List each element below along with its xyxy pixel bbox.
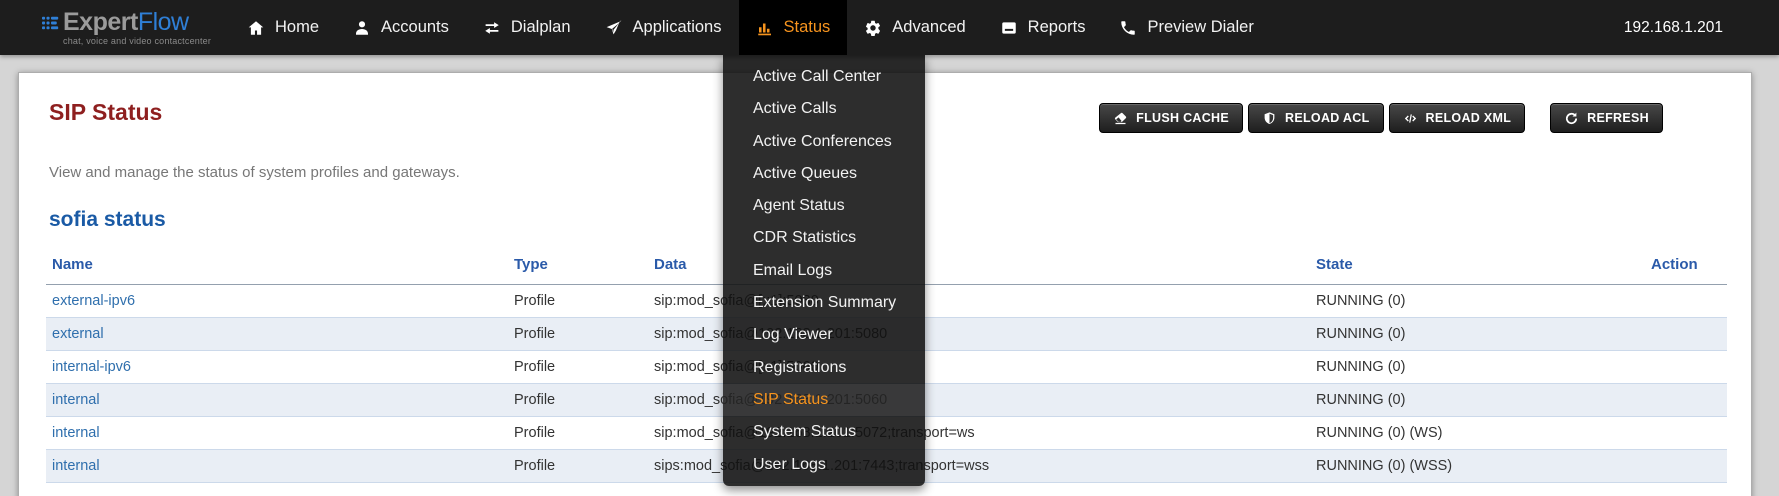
hdd-icon	[1000, 19, 1018, 37]
profile-type: Profile	[508, 351, 648, 384]
top-navbar: ExpertFlow chat, voice and video contact…	[0, 0, 1779, 55]
logo-text: ExpertFlow	[63, 9, 211, 35]
profile-type: Profile	[508, 417, 648, 450]
profile-type: Profile	[508, 285, 648, 318]
status-dropdown-menu: Active Call Center Active Calls Active C…	[723, 55, 925, 486]
profile-state: RUNNING (0) (WS)	[1310, 417, 1645, 450]
refresh-icon	[1564, 111, 1579, 126]
column-header-state: State	[1310, 256, 1645, 285]
dropdown-item-registrations[interactable]: Registrations	[723, 352, 925, 384]
dropdown-item-cdr-statistics[interactable]: CDR Statistics	[723, 222, 925, 254]
eraser-icon	[1113, 111, 1128, 126]
refresh-button[interactable]: REFRESH	[1550, 103, 1663, 133]
profile-state: RUNNING (0)	[1310, 384, 1645, 417]
logo-tagline: chat, voice and video contactcenter	[63, 36, 211, 46]
profile-state: RUNNING (0)	[1310, 285, 1645, 318]
nav-menu: Home Accounts Dialplan Applications Stat…	[230, 0, 1271, 55]
profile-type: Profile	[508, 384, 648, 417]
profile-type: Profile	[508, 318, 648, 351]
nav-item-accounts[interactable]: Accounts	[336, 0, 466, 55]
dropdown-item-system-status[interactable]: System Status	[723, 416, 925, 448]
profile-name-link[interactable]: external	[52, 326, 104, 342]
dropdown-item-agent-status[interactable]: Agent Status	[723, 190, 925, 222]
flush-cache-button[interactable]: FLUSH CACHE	[1099, 103, 1243, 133]
exchange-icon	[483, 19, 501, 37]
profile-action	[1645, 285, 1727, 318]
profile-action	[1645, 318, 1727, 351]
dropdown-item-email-logs[interactable]: Email Logs	[723, 255, 925, 287]
nav-item-reports[interactable]: Reports	[983, 0, 1103, 55]
dropdown-item-extension-summary[interactable]: Extension Summary	[723, 287, 925, 319]
profile-type: Profile	[508, 450, 648, 483]
profile-name-link[interactable]: internal	[52, 425, 100, 441]
nav-item-dialplan[interactable]: Dialplan	[466, 0, 588, 55]
paper-plane-icon	[605, 19, 623, 37]
code-icon	[1403, 111, 1418, 126]
gear-icon	[864, 19, 882, 37]
home-icon	[247, 19, 265, 37]
dropdown-item-active-conferences[interactable]: Active Conferences	[723, 126, 925, 158]
shield-icon	[1262, 111, 1277, 126]
dropdown-item-active-calls[interactable]: Active Calls	[723, 93, 925, 125]
profile-action	[1645, 450, 1727, 483]
expertflow-logo[interactable]: ExpertFlow chat, voice and video contact…	[0, 0, 218, 55]
nav-item-advanced[interactable]: Advanced	[847, 0, 982, 55]
column-header-action: Action	[1645, 256, 1727, 285]
profile-action	[1645, 417, 1727, 450]
profile-name-link[interactable]: external-ipv6	[52, 293, 135, 309]
profile-action	[1645, 351, 1727, 384]
profile-state: RUNNING (0)	[1310, 318, 1645, 351]
profile-action	[1645, 384, 1727, 417]
profile-name-link[interactable]: internal-ipv6	[52, 359, 131, 375]
profile-state: RUNNING (0)	[1310, 351, 1645, 384]
column-header-name: Name	[46, 256, 508, 285]
server-ip: 192.168.1.201	[1624, 0, 1779, 55]
nav-item-preview-dialer[interactable]: Preview Dialer	[1102, 0, 1270, 55]
dropdown-item-active-call-center[interactable]: Active Call Center	[723, 61, 925, 93]
nav-item-applications[interactable]: Applications	[588, 0, 739, 55]
dropdown-item-user-logs[interactable]: User Logs	[723, 449, 925, 481]
nav-item-home[interactable]: Home	[230, 0, 336, 55]
toolbar: FLUSH CACHE RELOAD ACL RELOAD XML REFRES…	[1099, 103, 1663, 133]
dropdown-item-sip-status[interactable]: SIP Status	[723, 384, 925, 416]
profile-name-link[interactable]: internal	[52, 458, 100, 474]
reload-xml-button[interactable]: RELOAD XML	[1389, 103, 1526, 133]
phone-icon	[1119, 19, 1137, 37]
bar-chart-icon	[756, 19, 774, 37]
dropdown-item-log-viewer[interactable]: Log Viewer	[723, 319, 925, 351]
expertflow-logo-icon	[42, 15, 60, 31]
user-icon	[353, 19, 371, 37]
reload-acl-button[interactable]: RELOAD ACL	[1248, 103, 1383, 133]
column-header-type: Type	[508, 256, 648, 285]
profile-state: RUNNING (0) (WSS)	[1310, 450, 1645, 483]
profile-name-link[interactable]: internal	[52, 392, 100, 408]
nav-item-status[interactable]: Status	[739, 0, 848, 55]
dropdown-item-active-queues[interactable]: Active Queues	[723, 158, 925, 190]
